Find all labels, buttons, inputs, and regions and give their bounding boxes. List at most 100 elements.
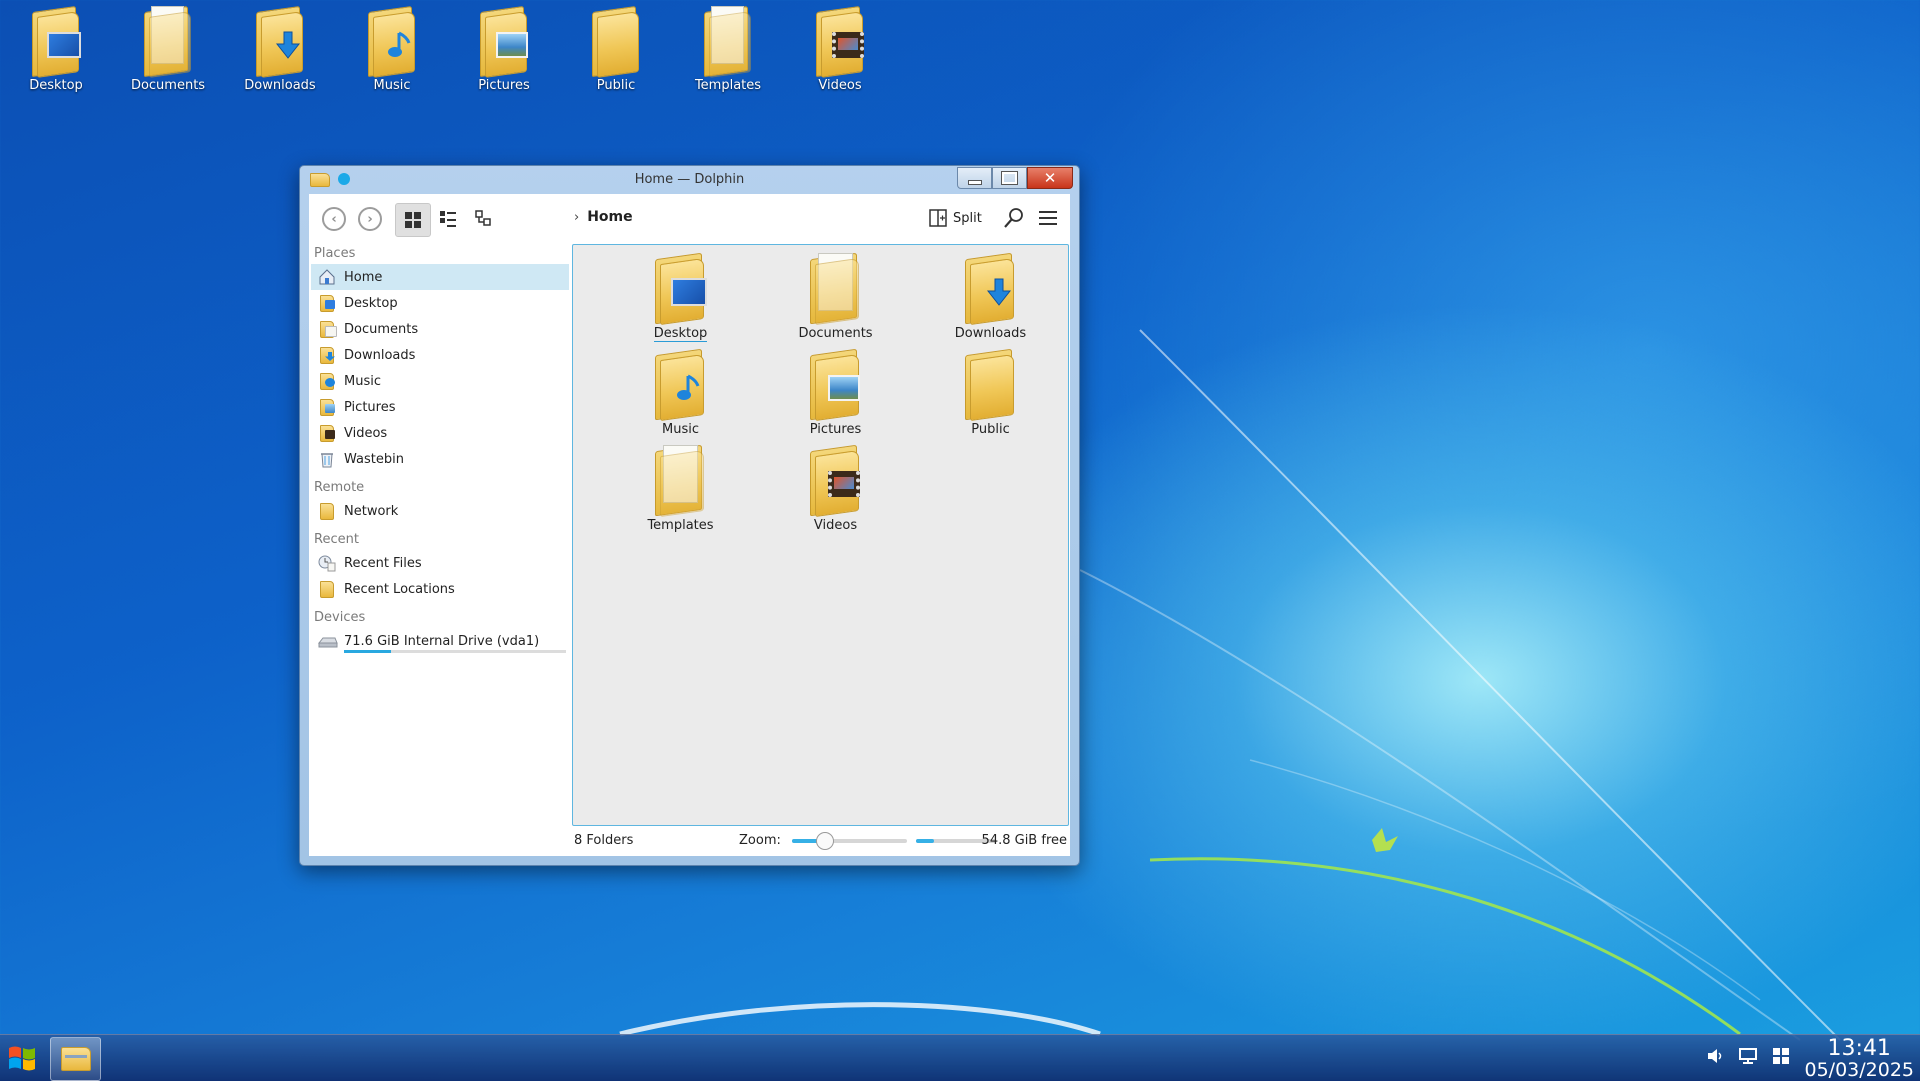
details-view-icon — [475, 210, 491, 226]
zoom-slider[interactable] — [792, 832, 907, 850]
desktop-icon-public[interactable]: Public — [560, 5, 672, 93]
folder-videos-icon — [810, 5, 870, 79]
back-arrow-icon: ‹ — [322, 207, 346, 231]
breadcrumb-home[interactable]: Home — [587, 209, 632, 225]
start-logo-icon — [9, 1046, 35, 1071]
place-recent-files[interactable]: Recent Files — [311, 550, 569, 576]
details-view-button[interactable] — [467, 203, 501, 235]
desktop-switcher-icon[interactable] — [1772, 1047, 1790, 1065]
dolphin-window: Home — Dolphin ✕ ‹ › › Home Split Places… — [299, 165, 1080, 866]
taskbar-dolphin-button[interactable] — [50, 1037, 101, 1081]
minimize-button[interactable] — [957, 167, 992, 189]
place-documents[interactable]: Documents — [311, 316, 569, 342]
folder-view[interactable]: Desktop Documents Downloads Music Pictur… — [572, 244, 1069, 826]
devices-section-title: Devices — [314, 610, 366, 625]
place-internal-drive[interactable]: 71.6 GiB Internal Drive (vda1) — [311, 628, 569, 654]
folder-public-icon — [586, 5, 646, 79]
folder-music-icon — [362, 5, 422, 79]
hamburger-menu-icon — [1039, 211, 1057, 225]
folder-item-desktop[interactable]: Desktop — [603, 252, 758, 349]
folder-documents-icon — [318, 320, 337, 338]
folder-videos-icon — [804, 444, 868, 518]
folder-grid: Desktop Documents Downloads Music Pictur… — [603, 252, 1068, 541]
minimize-icon — [967, 179, 982, 185]
desktop-icon-documents[interactable]: Documents — [112, 5, 224, 93]
folder-item-public[interactable]: Public — [913, 348, 1068, 445]
wastebin-icon — [318, 450, 336, 468]
folder-item-music[interactable]: Music — [603, 348, 758, 445]
place-network[interactable]: Network — [311, 498, 569, 524]
desktop-icon-videos[interactable]: Videos — [784, 5, 896, 93]
breadcrumb-chevron-icon: › — [574, 209, 580, 225]
title-bar[interactable]: Home — Dolphin ✕ — [300, 166, 1079, 194]
hard-drive-icon — [317, 632, 338, 650]
folder-item-label: Downloads — [954, 326, 1027, 341]
folder-item-documents[interactable]: Documents — [758, 252, 913, 349]
zoom-label: Zoom: — [739, 832, 781, 848]
start-menu-button[interactable] — [2, 1038, 42, 1078]
folder-desktop-icon — [26, 5, 86, 79]
place-label: Recent Locations — [344, 581, 455, 597]
split-button[interactable]: Split — [929, 204, 982, 232]
folder-item-downloads[interactable]: Downloads — [913, 252, 1068, 349]
desktop-icon-pictures[interactable]: Pictures — [448, 5, 560, 93]
network-icon[interactable] — [1738, 1047, 1758, 1065]
place-home[interactable]: Home — [311, 264, 569, 290]
forward-arrow-icon: › — [358, 207, 382, 231]
clock[interactable]: 13:41 05/03/2025 — [1804, 1036, 1914, 1081]
folder-network-icon — [318, 502, 336, 520]
volume-icon[interactable] — [1706, 1047, 1724, 1065]
folder-item-pictures[interactable]: Pictures — [758, 348, 913, 445]
place-label: Network — [344, 503, 399, 519]
folder-music-icon — [649, 348, 713, 422]
place-recent-locations[interactable]: Recent Locations — [311, 576, 569, 602]
folder-item-templates[interactable]: Templates — [603, 444, 758, 541]
desktop-icon-downloads[interactable]: Downloads — [224, 5, 336, 93]
desktop-icon-label: Videos — [818, 78, 862, 93]
place-label: Music — [344, 373, 381, 389]
zoom-slider-handle[interactable] — [816, 832, 835, 850]
clock-date: 05/03/2025 — [1804, 1059, 1914, 1081]
desktop-icon-label: Pictures — [478, 78, 530, 93]
window-controls: ✕ — [957, 167, 1073, 189]
place-videos[interactable]: Videos — [311, 420, 569, 446]
place-label: Wastebin — [344, 451, 404, 467]
folder-item-videos[interactable]: Videos — [758, 444, 913, 541]
folder-item-label: Desktop — [653, 326, 708, 342]
forward-button[interactable]: › — [353, 203, 387, 235]
icons-view-button[interactable] — [395, 203, 431, 237]
search-button[interactable] — [999, 204, 1029, 232]
compact-view-icon — [440, 211, 456, 227]
close-button[interactable]: ✕ — [1027, 167, 1073, 189]
place-label: Home — [344, 269, 383, 285]
file-manager-icon — [60, 1047, 91, 1071]
clock-time: 13:41 — [1827, 1036, 1891, 1061]
desktop-icon-label: Downloads — [244, 78, 316, 93]
hamburger-menu-button[interactable] — [1033, 204, 1063, 232]
place-desktop[interactable]: Desktop — [311, 290, 569, 316]
folder-pictures-icon — [474, 5, 534, 79]
desktop-icon-label: Templates — [694, 78, 762, 93]
folder-downloads-icon — [959, 252, 1023, 326]
folder-videos-icon — [318, 424, 336, 442]
place-music[interactable]: Music — [311, 368, 569, 394]
folder-item-label: Documents — [798, 326, 873, 341]
place-label: Pictures — [344, 399, 396, 415]
place-downloads[interactable]: Downloads — [311, 342, 569, 368]
compact-view-button[interactable] — [431, 203, 465, 235]
place-label: Recent Files — [344, 555, 422, 571]
remote-section-title: Remote — [314, 480, 365, 495]
desktop-icon-label: Desktop — [29, 78, 83, 93]
place-wastebin[interactable]: Wastebin — [311, 446, 569, 472]
split-label: Split — [953, 210, 982, 226]
maximize-button[interactable] — [992, 167, 1027, 189]
desktop-icon-templates[interactable]: Templates — [672, 5, 784, 93]
breadcrumb[interactable]: › Home — [574, 209, 633, 225]
folder-music-icon — [318, 372, 336, 390]
desktop-icon-music[interactable]: Music — [336, 5, 448, 93]
back-button[interactable]: ‹ — [317, 203, 351, 235]
place-pictures[interactable]: Pictures — [311, 394, 569, 420]
desktop-icon-desktop[interactable]: Desktop — [0, 5, 112, 93]
toolbar: ‹ › › Home Split — [309, 194, 1070, 242]
folder-item-label: Music — [662, 422, 699, 437]
